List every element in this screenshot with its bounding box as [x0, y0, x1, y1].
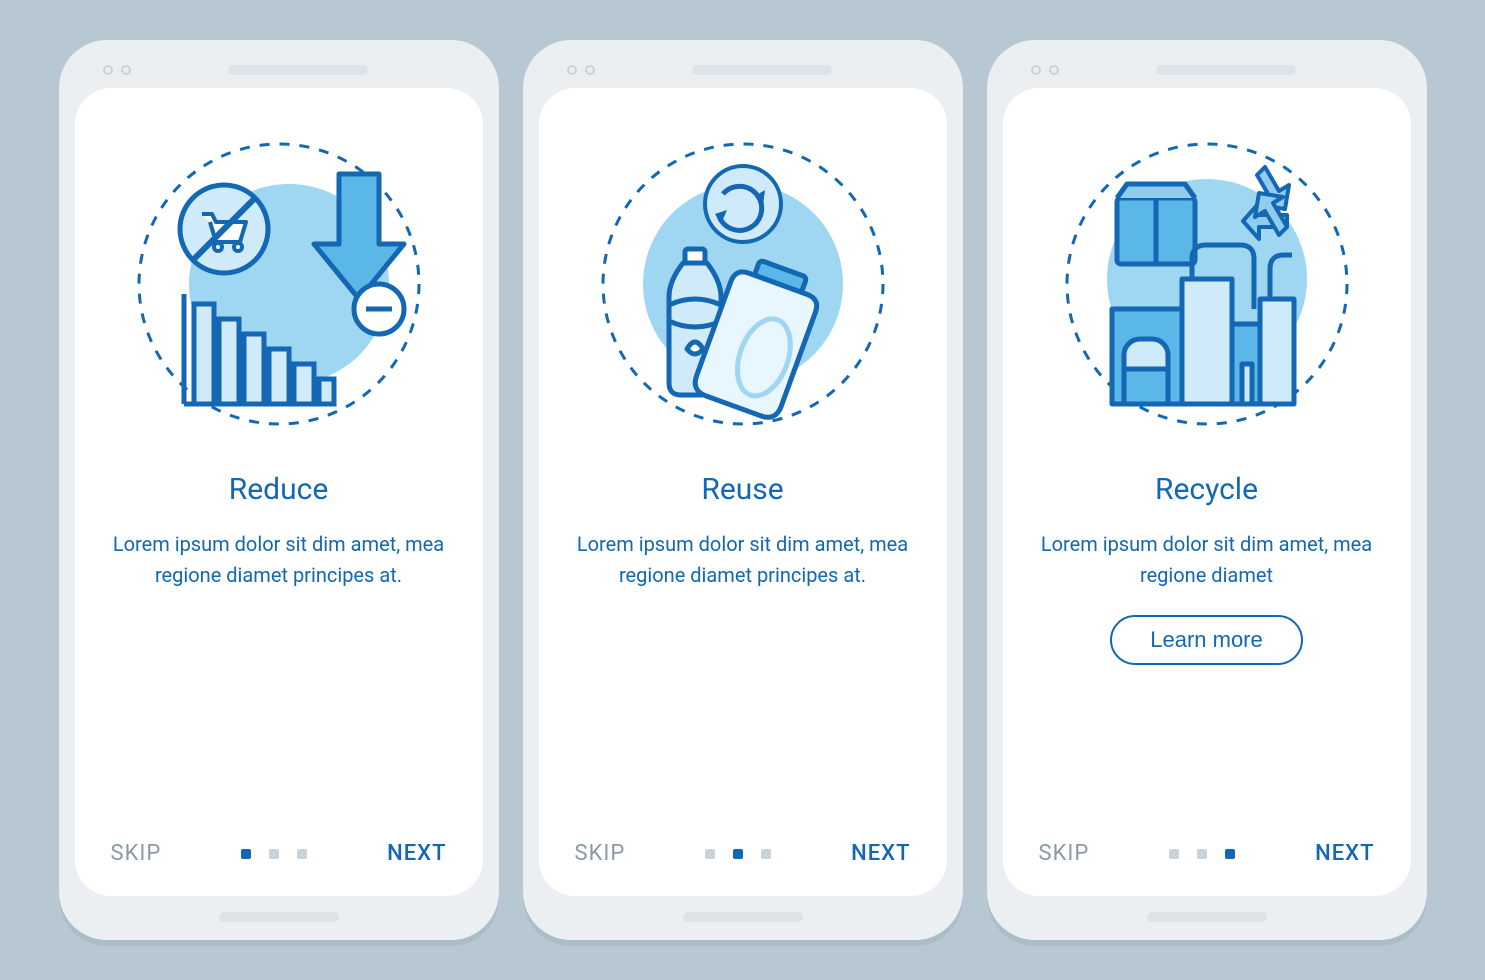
- home-indicator: [683, 912, 803, 922]
- next-button[interactable]: NEXT: [1315, 841, 1374, 866]
- onboarding-screen: Recycle Lorem ipsum dolor sit dim amet, m…: [1003, 88, 1411, 896]
- screen-body: Lorem ipsum dolor sit dim amet, mea regi…: [573, 529, 913, 591]
- screen-title: Reuse: [701, 472, 783, 507]
- home-indicator: [219, 912, 339, 922]
- next-button[interactable]: NEXT: [851, 841, 910, 866]
- pager-dot[interactable]: [761, 849, 771, 859]
- pager-dot[interactable]: [297, 849, 307, 859]
- onboarding-screen: Reduce Lorem ipsum dolor sit dim amet, me…: [75, 88, 483, 896]
- phone-speaker: [228, 65, 368, 75]
- phone-mockup-2: Reuse Lorem ipsum dolor sit dim amet, mea…: [523, 40, 963, 940]
- skip-button[interactable]: SKIP: [575, 841, 626, 866]
- skip-button[interactable]: SKIP: [1039, 841, 1090, 866]
- status-dots: [567, 65, 595, 75]
- reuse-illustration: [593, 134, 893, 434]
- phone-status-bar: [75, 56, 483, 84]
- phone-status-bar: [539, 56, 947, 84]
- screen-body: Lorem ipsum dolor sit dim amet, mea regi…: [1037, 529, 1377, 591]
- pager-dot[interactable]: [733, 849, 743, 859]
- onboarding-footer: SKIP NEXT: [539, 841, 947, 866]
- screen-title: Recycle: [1155, 472, 1258, 507]
- learn-more-button[interactable]: Learn more: [1110, 615, 1303, 665]
- status-dots: [1031, 65, 1059, 75]
- pager-dot[interactable]: [1197, 849, 1207, 859]
- phone-mockup-1: Reduce Lorem ipsum dolor sit dim amet, me…: [59, 40, 499, 940]
- pager-dot[interactable]: [1225, 849, 1235, 859]
- status-dots: [103, 65, 131, 75]
- reduce-illustration: [129, 134, 429, 434]
- skip-button[interactable]: SKIP: [111, 841, 162, 866]
- home-indicator: [1147, 912, 1267, 922]
- pager-dot[interactable]: [269, 849, 279, 859]
- phone-status-bar: [1003, 56, 1411, 84]
- pager-dot[interactable]: [1169, 849, 1179, 859]
- onboarding-screen: Reuse Lorem ipsum dolor sit dim amet, mea…: [539, 88, 947, 896]
- pager-dot[interactable]: [241, 849, 251, 859]
- phone-speaker: [1156, 65, 1296, 75]
- onboarding-footer: SKIP NEXT: [75, 841, 483, 866]
- screen-body: Lorem ipsum dolor sit dim amet, mea regi…: [109, 529, 449, 591]
- phone-speaker: [692, 65, 832, 75]
- phone-mockup-3: Recycle Lorem ipsum dolor sit dim amet, m…: [987, 40, 1427, 940]
- pager-dots: [1169, 849, 1235, 859]
- screen-title: Reduce: [229, 472, 328, 507]
- pager-dots: [241, 849, 307, 859]
- next-button[interactable]: NEXT: [387, 841, 446, 866]
- recycle-illustration: [1057, 134, 1357, 434]
- pager-dots: [705, 849, 771, 859]
- pager-dot[interactable]: [705, 849, 715, 859]
- onboarding-footer: SKIP NEXT: [1003, 841, 1411, 866]
